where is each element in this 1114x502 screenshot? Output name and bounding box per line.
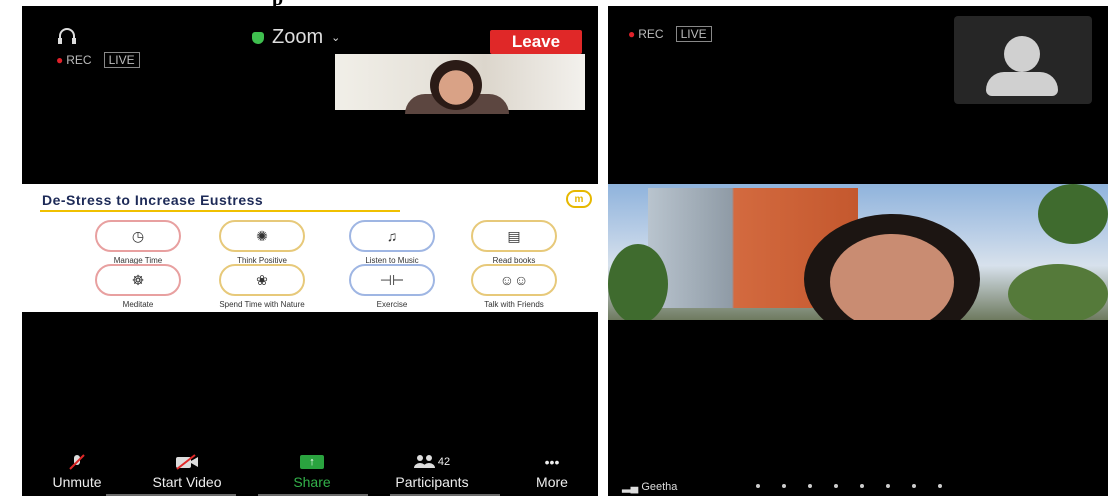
unmute-button[interactable]: Unmute bbox=[27, 452, 127, 490]
music-note-icon: ♫ bbox=[349, 220, 435, 252]
rec-dot-icon: ● bbox=[628, 27, 636, 41]
encryption-shield-icon bbox=[252, 31, 264, 44]
tip-label: Spend Time with Nature bbox=[219, 300, 305, 309]
leave-button[interactable]: Leave bbox=[490, 30, 582, 54]
toolbar-underline bbox=[390, 494, 500, 496]
recording-indicator: ● REC LIVE bbox=[628, 26, 712, 42]
right-zoom-screen: ● REC LIVE ▂▄ Geetha bbox=[608, 6, 1108, 496]
more-dots-icon: ••• bbox=[544, 454, 560, 470]
tree bbox=[1008, 264, 1108, 320]
tip-talk-with-friends: ☺☺ Talk with Friends bbox=[454, 264, 574, 309]
left-zoom-screen: Zoom ⌄ Leave ● REC LIVE De-Stress to Incr… bbox=[22, 6, 598, 496]
rec-dot-icon: ● bbox=[56, 53, 64, 67]
signal-bars-icon: ▂▄ bbox=[622, 481, 639, 493]
recording-indicator: ● REC LIVE bbox=[56, 52, 140, 68]
shared-slide: De-Stress to Increase Eustress m ◷ Manag… bbox=[22, 184, 598, 312]
speaker-name: Geetha bbox=[641, 481, 678, 493]
page-dot bbox=[912, 484, 916, 488]
rec-label: REC bbox=[66, 53, 92, 67]
page-dot bbox=[782, 484, 786, 488]
share-button[interactable]: ↑ Share bbox=[262, 452, 362, 490]
meeting-toolbar: Unmute Start Video ↑ Share 42 Participan… bbox=[22, 452, 598, 496]
tip-meditate: ☸ Meditate bbox=[78, 264, 198, 309]
panel-divider bbox=[598, 0, 608, 502]
unmute-label: Unmute bbox=[52, 474, 102, 490]
more-button[interactable]: ••• More bbox=[512, 452, 592, 490]
clock-icon: ◷ bbox=[95, 220, 181, 252]
rec-label: REC bbox=[638, 27, 664, 41]
toolbar-underline bbox=[106, 494, 236, 496]
slide-title-underline bbox=[40, 210, 400, 212]
participants-count: 42 bbox=[437, 456, 451, 468]
participant-face bbox=[430, 60, 482, 110]
start-video-button[interactable]: Start Video bbox=[137, 452, 237, 490]
speaker-name-label: ▂▄ Geetha bbox=[622, 480, 677, 493]
participants-label: Participants bbox=[395, 474, 469, 490]
tip-read-books: ▤ Read books bbox=[454, 220, 574, 265]
dumbbell-icon: ⊣⊢ bbox=[349, 264, 435, 296]
book-icon: ▤ bbox=[471, 220, 557, 252]
slide-title: De-Stress to Increase Eustress bbox=[42, 192, 264, 208]
self-view-tile[interactable] bbox=[954, 16, 1092, 104]
tip-listen-to-music: ♫ Listen to Music bbox=[332, 220, 452, 265]
avatar-icon bbox=[1004, 36, 1040, 72]
video-off-icon bbox=[137, 452, 237, 472]
meeting-title-button[interactable]: Zoom ⌄ bbox=[252, 26, 340, 49]
tip-spend-time-with-nature: ❀ Spend Time with Nature bbox=[202, 264, 322, 309]
more-label: More bbox=[536, 474, 568, 490]
page-dot bbox=[756, 484, 760, 488]
start-video-label: Start Video bbox=[152, 474, 222, 490]
page-dot bbox=[886, 484, 890, 488]
speaker-face bbox=[830, 234, 954, 320]
chevron-down-icon: ⌄ bbox=[331, 32, 341, 44]
tip-exercise: ⊣⊢ Exercise bbox=[332, 264, 452, 309]
tip-think-positive: ✺ Think Positive bbox=[202, 220, 322, 265]
muted-mic-icon bbox=[27, 452, 127, 472]
tip-label: Talk with Friends bbox=[484, 300, 544, 309]
tree bbox=[608, 244, 668, 320]
slide-logo: m bbox=[566, 190, 592, 208]
live-badge: LIVE bbox=[675, 26, 712, 42]
tip-label: Meditate bbox=[122, 300, 154, 309]
page-dot bbox=[938, 484, 942, 488]
audio-output-icon[interactable] bbox=[56, 28, 78, 51]
participant-video-thumbnail[interactable] bbox=[335, 54, 585, 114]
page-dot bbox=[834, 484, 838, 488]
friends-icon: ☺☺ bbox=[471, 264, 557, 296]
tip-label: Exercise bbox=[376, 300, 408, 309]
meeting-title: Zoom bbox=[272, 26, 324, 48]
page-dot bbox=[808, 484, 812, 488]
participants-icon bbox=[413, 454, 436, 471]
page-dot bbox=[860, 484, 864, 488]
tree bbox=[1038, 184, 1108, 244]
tip-manage-time: ◷ Manage Time bbox=[78, 220, 198, 265]
brain-icon: ✺ bbox=[219, 220, 305, 252]
toolbar-underline bbox=[258, 494, 368, 496]
share-label: Share bbox=[293, 474, 331, 490]
meditate-icon: ☸ bbox=[95, 264, 181, 296]
live-badge: LIVE bbox=[103, 52, 140, 68]
page-indicator-dots[interactable] bbox=[756, 484, 942, 488]
active-speaker-video[interactable] bbox=[608, 184, 1108, 320]
share-arrow-icon: ↑ bbox=[300, 455, 324, 469]
participants-button[interactable]: 42 Participants bbox=[377, 452, 487, 490]
avatar-body bbox=[986, 72, 1058, 96]
nature-icon: ❀ bbox=[219, 264, 305, 296]
